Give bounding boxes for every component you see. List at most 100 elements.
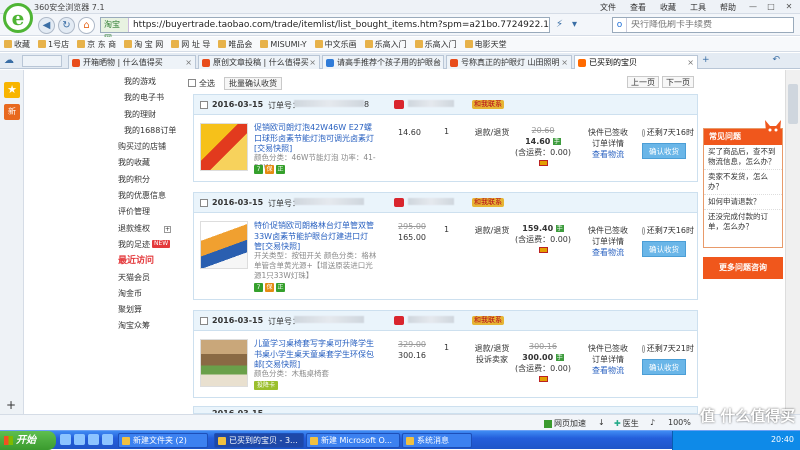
zoom-level[interactable]: 100% (668, 418, 691, 427)
sound-icon[interactable]: ♪ (650, 418, 655, 427)
lightning-icon[interactable]: ⚡ (556, 19, 563, 30)
menu-file[interactable]: 文件 (600, 2, 616, 13)
nav-my-footprint[interactable]: 我的足迹 NEW (118, 237, 182, 253)
vertical-scrollbar[interactable] (785, 70, 800, 430)
menu-help[interactable]: 帮助 (720, 2, 736, 13)
expand-icon[interactable]: + (164, 225, 171, 233)
complain-seller-link[interactable]: 投诉卖家 (474, 354, 510, 365)
product-title[interactable]: 特价促销欧司朗格林台灯单管双管33W卤素节能护眼台灯建进口灯管[交易快照] (254, 221, 376, 253)
quicklaunch-icon[interactable] (88, 434, 99, 445)
contact-seller-button[interactable]: 和我联系 (472, 198, 504, 207)
nav-my-coupons[interactable]: 我的优惠信息 (118, 188, 182, 204)
nav-my-points[interactable]: 我的积分 (118, 172, 182, 188)
product-title[interactable]: 促销欧司朗灯泡42W46W E27螺口球形卤素节能灯泡可调光卤素灯[交易快照] (254, 123, 376, 155)
maximize-icon[interactable]: □ (764, 1, 778, 12)
quicklaunch-icon[interactable] (74, 434, 85, 445)
after-sale-link[interactable]: 退款/退货 (474, 343, 510, 354)
taskbar-item-folder[interactable]: 新建文件夹 (2) (118, 433, 208, 448)
favorite-item[interactable]: 乐高入门 (414, 39, 457, 50)
view-logistics-link[interactable]: 查看物流 (584, 365, 632, 376)
recent-taobao-crowdfunding[interactable]: 淘宝众筹 (118, 318, 182, 334)
shop-icon[interactable] (394, 198, 404, 207)
product-image[interactable] (200, 123, 248, 171)
faq-item[interactable]: 买了商品后，查不到物流信息，怎么办？ (704, 145, 782, 169)
download-icon[interactable]: ↓ (598, 418, 605, 427)
new-tab-icon[interactable]: + (702, 55, 710, 65)
contact-seller-button[interactable]: 和我联系 (472, 100, 504, 109)
confirm-receipt-button[interactable]: 确认收货 (642, 143, 686, 159)
search-engine-icon[interactable]: o (613, 18, 627, 32)
quicklaunch-icon[interactable] (102, 434, 113, 445)
nav-my-1688-orders[interactable]: 我的1688订单 (118, 123, 182, 139)
faq-item[interactable]: 如何申请退款？ (704, 194, 782, 209)
address-bar[interactable]: 淘宝网 https://buyertrade.taobao.com/trade/… (100, 17, 550, 43)
doctor-button[interactable]: ✚ 医生 (614, 418, 639, 429)
favorite-item[interactable]: 中文乐画 (314, 39, 357, 50)
batch-confirm-button[interactable]: 批量确认收货 (224, 77, 282, 90)
confirm-receipt-button[interactable]: 确认收货 (642, 241, 686, 257)
close-tab-icon[interactable]: × (433, 56, 440, 69)
favorite-item[interactable]: 1号店 (38, 39, 69, 50)
news-icon[interactable]: 新 (4, 104, 20, 120)
clock[interactable]: 20:40 (771, 435, 794, 444)
nav-refund-rights[interactable]: 退款维权 + (118, 221, 182, 237)
after-sale-link[interactable]: 退款/退货 (474, 127, 510, 138)
favorite-item[interactable]: 电影天堂 (464, 39, 507, 50)
recent-tmall-member[interactable]: 天猫会员 (118, 270, 182, 286)
web-accel-button[interactable]: 网页加速 (544, 418, 586, 429)
order-detail-link[interactable]: 订单详情 (584, 138, 632, 149)
favorite-item[interactable]: 唯品会 (218, 39, 252, 50)
view-logistics-link[interactable]: 查看物流 (584, 149, 632, 160)
menu-tools[interactable]: 工具 (690, 2, 706, 13)
order-detail-link[interactable]: 订单详情 (584, 354, 632, 365)
scrollbar-thumb[interactable] (788, 84, 798, 124)
tab-smzdm-unbox[interactable]: 开箱晒物 | 什么值得买 × (68, 55, 196, 69)
refresh-icon[interactable]: ↻ (58, 17, 75, 34)
nav-review-manage[interactable]: 评价管理 (118, 204, 182, 220)
favorite-item[interactable]: 收藏 (4, 39, 30, 50)
nav-my-favorites[interactable]: 我的收藏 (118, 155, 182, 171)
quicklaunch-icon[interactable] (60, 434, 71, 445)
taskbar-item-system-msg[interactable]: 系统消息 (402, 433, 472, 448)
select-all-checkbox[interactable] (188, 79, 196, 87)
tab-eye-lamp-question[interactable]: 请高手推荐个孩子用的护眼台 × (322, 55, 444, 69)
tab-blank[interactable] (22, 55, 62, 67)
more-questions-button[interactable]: 更多问题咨询 (703, 257, 783, 279)
taskbar-item-office[interactable]: 新建 Microsoft O... (306, 433, 400, 448)
url-text[interactable]: https://buyertrade.taobao.com/trade/item… (129, 20, 549, 30)
shop-icon[interactable] (394, 100, 404, 109)
confirm-receipt-button[interactable]: 确认收货 (642, 359, 686, 375)
shop-name-redacted[interactable] (408, 100, 454, 107)
dropdown-icon[interactable]: ▾ (572, 19, 577, 30)
nav-my-games[interactable]: 我的游戏 (118, 74, 182, 90)
favorite-item[interactable]: 京 东 商 (77, 39, 116, 50)
menu-favorites[interactable]: 收藏 (660, 2, 676, 13)
after-sale-link[interactable]: 退款/退货 (474, 225, 510, 236)
cloud-icon[interactable]: ☁ (4, 55, 14, 66)
tab-smzdm-submit[interactable]: 原创文章投稿 | 什么值得买 × (198, 55, 320, 69)
order-detail-link[interactable]: 订单详情 (584, 236, 632, 247)
favorite-item[interactable]: 乐高入门 (364, 39, 407, 50)
add-sidebar-icon[interactable]: + (6, 398, 16, 412)
shop-icon[interactable] (394, 316, 404, 325)
close-tab-icon[interactable]: × (185, 56, 192, 69)
product-title[interactable]: 儿童学习桌椅套写字桌可升降学生书桌小学生桌天童桌套学生环保包邮[交易快照] (254, 339, 376, 371)
order-checkbox[interactable] (200, 101, 208, 109)
menu-view[interactable]: 查看 (630, 2, 646, 13)
start-button[interactable]: 开始 (0, 431, 56, 450)
search-box[interactable]: o (612, 17, 794, 33)
favorite-item[interactable]: MISUMI-Y (260, 40, 307, 49)
tab-yamada-lamp[interactable]: 号称真正的护眼灯 山田照明 × (446, 55, 572, 69)
order-checkbox[interactable] (200, 199, 208, 207)
back-icon[interactable]: ◀ (38, 17, 55, 34)
recent-juhuasuan[interactable]: 聚划算 (118, 302, 182, 318)
minimize-icon[interactable]: — (746, 1, 760, 12)
close-icon[interactable]: ✕ (782, 1, 796, 12)
tab-bought-items[interactable]: 已买到的宝贝 × (574, 55, 698, 69)
prev-page-button[interactable]: 上一页 (627, 76, 659, 88)
next-page-button[interactable]: 下一页 (662, 76, 694, 88)
product-image[interactable] (200, 221, 248, 269)
shop-name-redacted[interactable] (408, 316, 454, 323)
nav-bought-shops[interactable]: 购买过的店铺 (118, 139, 182, 155)
close-tab-icon[interactable]: × (687, 56, 694, 69)
